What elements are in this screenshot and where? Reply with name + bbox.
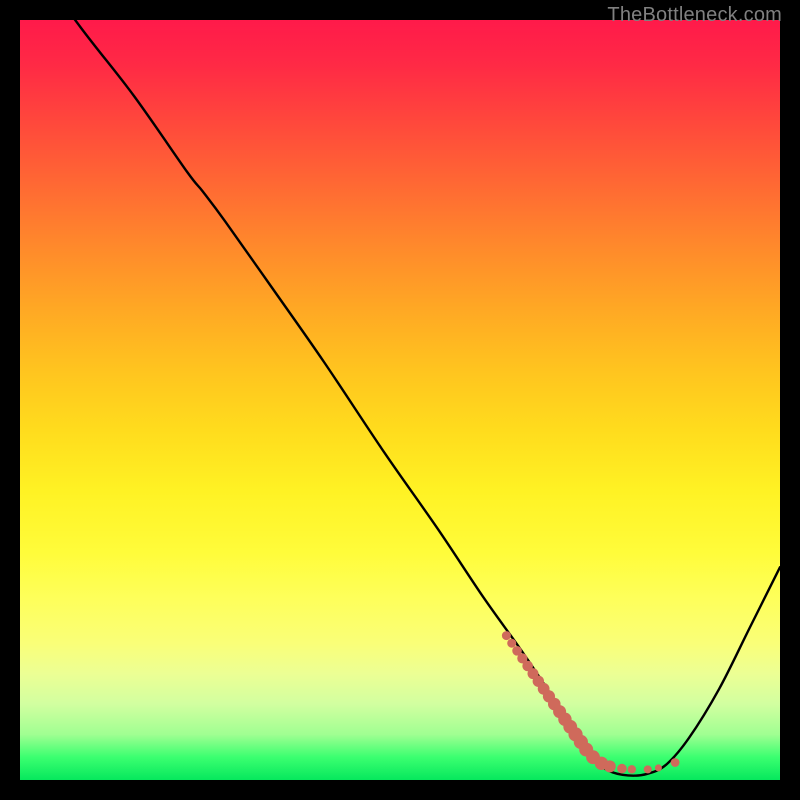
highlight-marker xyxy=(628,765,636,773)
bottleneck-curve xyxy=(20,0,780,776)
highlight-marker xyxy=(655,764,662,771)
highlight-marker xyxy=(502,631,511,640)
chart-frame: TheBottleneck.com xyxy=(0,0,800,800)
highlight-markers xyxy=(502,631,680,773)
highlight-marker xyxy=(644,765,652,773)
highlight-marker xyxy=(604,760,616,772)
bottleneck-curve-path xyxy=(20,0,780,776)
highlight-marker xyxy=(671,758,680,767)
chart-overlay xyxy=(0,0,800,800)
highlight-marker xyxy=(617,764,627,774)
highlight-marker xyxy=(507,639,516,648)
